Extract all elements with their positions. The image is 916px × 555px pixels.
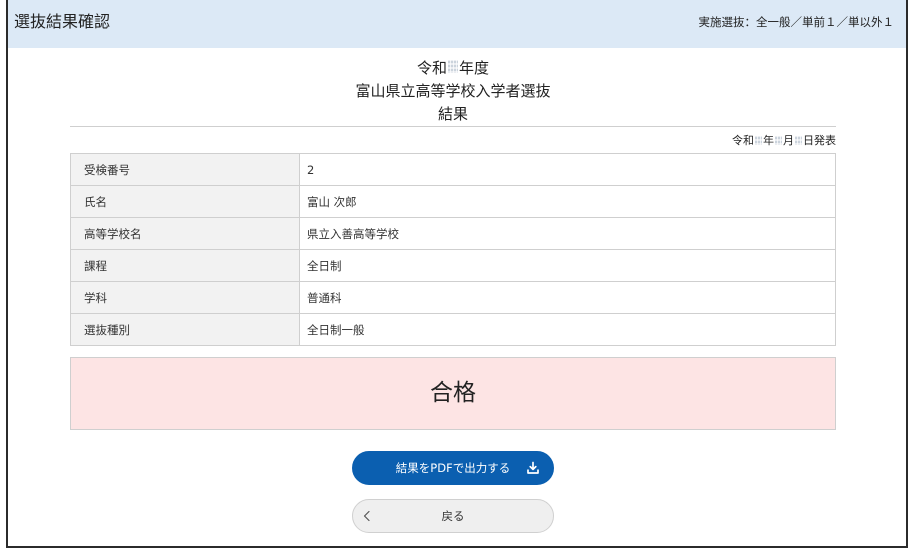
announce-year-unit: 年 (763, 134, 774, 147)
era-text: 令和 (416, 59, 447, 77)
detail-value: 県立入善高等学校 (300, 218, 836, 250)
back-button[interactable]: 戻る (352, 499, 554, 533)
detail-row: 受検番号 2 (71, 154, 836, 186)
detail-value: 全日制 (300, 250, 836, 282)
detail-row: 氏名 富山 次郎 (71, 186, 836, 218)
export-pdf-label: 結果をPDFで出力する (395, 461, 511, 475)
announcement-date: 令和年月日発表 (70, 133, 836, 149)
redacted-digit (775, 135, 782, 145)
announce-month-unit: 月 (783, 134, 794, 147)
announce-day-suffix: 日発表 (803, 134, 836, 147)
detail-value: 普通科 (300, 282, 836, 314)
app-window: 選抜結果確認 実施選抜：全一般／単前１／単以外１ 令和 年度 富山県立高等学校入学… (6, 0, 908, 548)
export-pdf-button[interactable]: 結果をPDFで出力する (352, 451, 554, 485)
page-header: 選抜結果確認 実施選抜：全一般／単前１／単以外１ (8, 0, 906, 48)
detail-row: 課程 全日制 (71, 250, 836, 282)
main-content: 令和 年度 富山県立高等学校入学者選抜 結果 令和年月日発表 受検番号 2 氏名 … (70, 57, 836, 533)
result-status: 合格 (430, 380, 476, 406)
detail-row: 高等学校名 県立入善高等学校 (71, 218, 836, 250)
redacted-digit (755, 135, 762, 145)
redacted-digit (795, 135, 802, 145)
detail-label: 受検番号 (71, 154, 300, 186)
detail-label: 課程 (71, 250, 300, 282)
action-buttons: 結果をPDFで出力する 戻る (70, 451, 836, 533)
result-heading: 結果 (437, 105, 468, 123)
back-label: 戻る (441, 509, 465, 523)
detail-label: 高等学校名 (71, 218, 300, 250)
details-table: 受検番号 2 氏名 富山 次郎 高等学校名 県立入善高等学校 課程 全日制 学科… (70, 153, 836, 346)
detail-label: 氏名 (71, 186, 300, 218)
detail-value: 富山 次郎 (300, 186, 836, 218)
exam-name: 富山県立高等学校入学者選抜 (355, 82, 551, 100)
redacted-digit (448, 60, 458, 73)
result-status-box: 合格 (70, 357, 836, 430)
page-title: 選抜結果確認 (14, 12, 111, 31)
detail-row: 学科 普通科 (71, 282, 836, 314)
detail-value: 全日制一般 (300, 314, 836, 346)
fiscal-year-line: 令和 年度 (70, 57, 836, 80)
detail-value: 2 (300, 154, 836, 186)
detail-label: 選抜種別 (71, 314, 300, 346)
download-icon (526, 461, 540, 475)
detail-row: 選抜種別 全日制一般 (71, 314, 836, 346)
year-suffix-text: 年度 (459, 59, 490, 77)
result-title-block: 令和 年度 富山県立高等学校入学者選抜 結果 (70, 57, 836, 127)
detail-label: 学科 (71, 282, 300, 314)
announce-era: 令和 (732, 134, 754, 147)
chevron-left-icon (362, 510, 372, 522)
selection-info: 実施選抜：全一般／単前１／単以外１ (698, 15, 895, 29)
